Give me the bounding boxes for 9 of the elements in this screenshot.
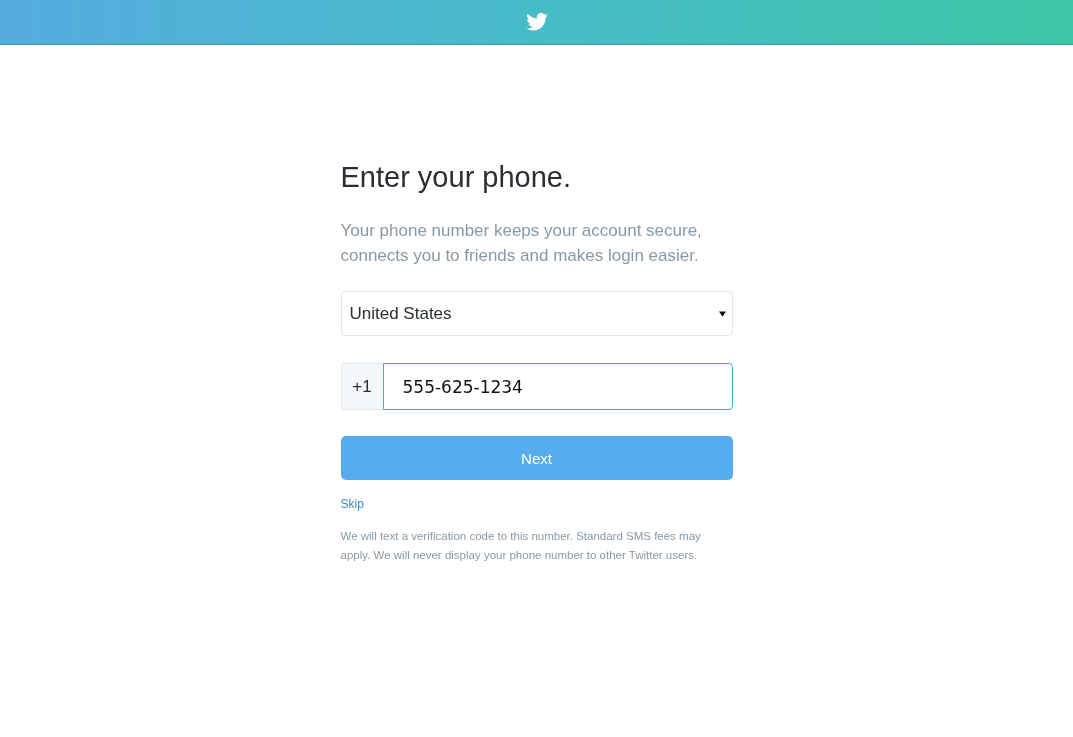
caret-icon — [718, 310, 726, 317]
bird-icon — [525, 13, 548, 31]
disclaimer-text: We will text a verification code to this number. Standard SMS fees may apply. We will never display your phone number to other Twitter users. — [340, 529, 702, 563]
page-heading: Enter your phone. — [340, 160, 573, 195]
country-code: +1 — [340, 363, 383, 410]
intro-text: Your phone number keeps your account secure, connects you to friends and makes login easier. — [340, 220, 703, 267]
skip-link[interactable]: Skip — [340, 497, 364, 511]
phone-field[interactable]: 555-625-1234 — [382, 363, 733, 410]
country-select[interactable]: United States — [340, 291, 733, 336]
